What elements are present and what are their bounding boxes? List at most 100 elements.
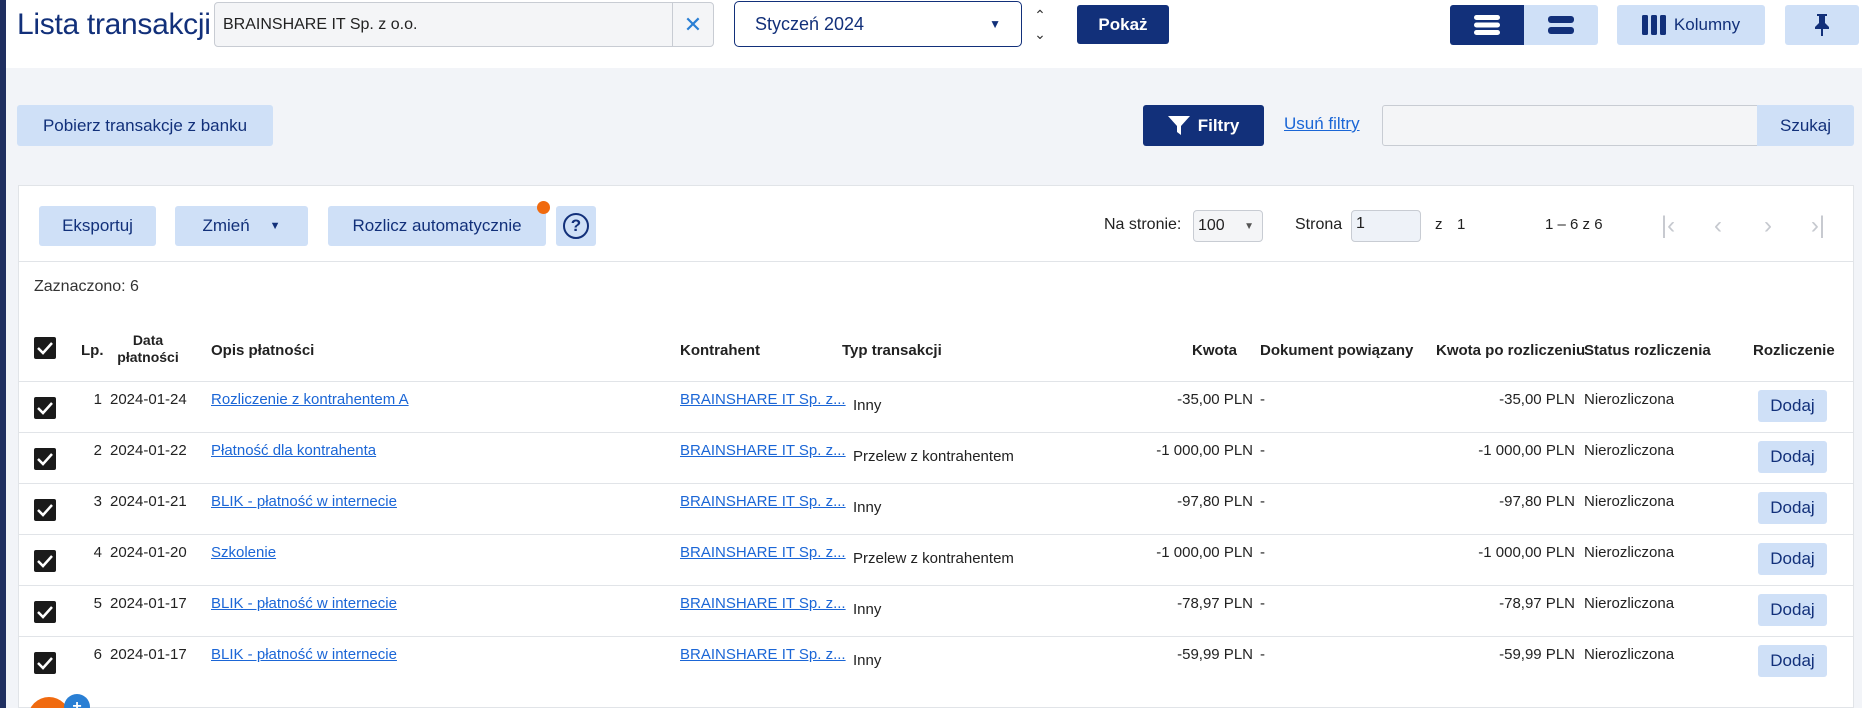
filters-button[interactable]: Filtry <box>1143 105 1264 146</box>
row-amount: -35,00 PLN <box>1177 391 1253 408</box>
row-status: Nierozliczona <box>1584 493 1675 510</box>
row-contractor-link[interactable]: BRAINSHARE IT Sp. z... <box>680 544 846 561</box>
column-header-amount-after: Kwota po rozliczeniu <box>1436 342 1586 359</box>
company-field-value: BRAINSHARE IT Sp. z o.o. <box>223 15 418 33</box>
row-description-link[interactable]: BLIK - płatność w internecie <box>211 646 397 663</box>
chevron-down-icon: ▼ <box>989 17 1001 31</box>
row-description-link[interactable]: Płatność dla kontrahenta <box>211 442 376 459</box>
row-contractor-link[interactable]: BRAINSHARE IT Sp. z... <box>680 493 846 510</box>
row-checkbox[interactable] <box>34 499 56 521</box>
month-stepper[interactable]: ⌃ ⌄ <box>1030 6 1050 46</box>
checkbox-checked-icon <box>37 606 53 619</box>
row-document: - <box>1260 493 1265 510</box>
company-field[interactable]: BRAINSHARE IT Sp. z o.o. ✕ <box>214 2 714 47</box>
column-header-lp: Lp. <box>81 342 104 359</box>
auto-settle-button[interactable]: Rozlicz automatycznie <box>328 206 546 246</box>
row-amount-after: -35,00 PLN <box>1499 391 1575 408</box>
view-toggle[interactable] <box>1450 5 1598 45</box>
clear-filters-link[interactable]: Usuń filtry <box>1284 114 1360 134</box>
row-description-link[interactable]: Rozliczenie z kontrahentem A <box>211 391 409 408</box>
row-amount-after: -1 000,00 PLN <box>1478 544 1575 561</box>
column-header-settlement: Rozliczenie <box>1753 342 1835 359</box>
add-settlement-button[interactable]: Dodaj <box>1758 441 1827 473</box>
row-lp: 3 <box>93 493 102 510</box>
row-checkbox[interactable] <box>34 397 56 419</box>
row-lp: 5 <box>93 595 102 612</box>
pin-icon <box>1815 14 1829 36</box>
checkbox-checked-icon <box>37 402 53 415</box>
add-settlement-button[interactable]: Dodaj <box>1758 492 1827 524</box>
pin-button[interactable] <box>1785 5 1859 45</box>
row-contractor-link[interactable]: BRAINSHARE IT Sp. z... <box>680 442 846 459</box>
column-header-document: Dokument powiązany <box>1260 342 1414 359</box>
checkbox-checked-icon <box>37 453 53 466</box>
row-amount-after: -97,80 PLN <box>1499 493 1575 510</box>
fetch-bank-transactions-button[interactable]: Pobierz transakcje z banku <box>17 105 273 146</box>
row-checkbox[interactable] <box>34 448 56 470</box>
total-pages: 1 <box>1457 216 1466 233</box>
chevron-down-icon: ▼ <box>1244 220 1254 232</box>
selected-count: Zaznaczono: 6 <box>34 278 139 295</box>
row-amount: -1 000,00 PLN <box>1156 544 1253 561</box>
row-status: Nierozliczona <box>1584 595 1675 612</box>
search-button[interactable]: Szukaj <box>1757 105 1854 146</box>
columns-button[interactable]: Kolumny <box>1617 5 1765 45</box>
last-page-icon[interactable]: ›| <box>1803 210 1833 242</box>
change-dropdown-button[interactable]: Zmień ▼ <box>175 206 308 246</box>
row-date: 2024-01-20 <box>110 544 187 561</box>
of-label: z <box>1435 216 1443 233</box>
row-amount: -1 000,00 PLN <box>1156 442 1253 459</box>
add-settlement-button[interactable]: Dodaj <box>1758 543 1827 575</box>
change-button-label: Zmień <box>202 216 250 235</box>
page-input[interactable]: 1 <box>1351 210 1421 242</box>
add-settlement-button[interactable]: Dodaj <box>1758 390 1827 422</box>
column-header-amount: Kwota <box>1192 342 1237 359</box>
column-header-description: Opis płatności <box>211 342 315 359</box>
row-document: - <box>1260 544 1265 561</box>
help-button[interactable]: ? <box>556 206 596 246</box>
select-all-checkbox[interactable] <box>34 337 56 359</box>
row-contractor-link[interactable]: BRAINSHARE IT Sp. z... <box>680 595 846 612</box>
row-checkbox[interactable] <box>34 601 56 623</box>
search-input[interactable] <box>1382 105 1758 146</box>
compact-view-button[interactable] <box>1524 5 1598 45</box>
row-date: 2024-01-17 <box>110 595 187 612</box>
show-button[interactable]: Pokaż <box>1077 5 1169 44</box>
next-page-icon[interactable]: › <box>1753 210 1783 242</box>
per-page-label: Na stronie: <box>1104 216 1182 233</box>
columns-icon <box>1641 15 1666 35</box>
notification-dot <box>537 201 550 214</box>
column-header-date: Data płatności <box>110 332 186 366</box>
arrow-up-icon[interactable]: ⌃ <box>1030 6 1050 25</box>
compact-view-icon <box>1548 16 1574 34</box>
checkbox-checked-icon <box>37 555 53 568</box>
arrow-down-icon[interactable]: ⌄ <box>1030 25 1050 44</box>
prev-page-icon[interactable]: ‹ <box>1703 210 1733 242</box>
row-contractor-link[interactable]: BRAINSHARE IT Sp. z... <box>680 391 846 408</box>
row-lp: 4 <box>93 544 102 561</box>
row-description-link[interactable]: BLIK - płatność w internecie <box>211 493 397 510</box>
first-page-icon[interactable]: |‹ <box>1653 210 1683 242</box>
row-date: 2024-01-21 <box>110 493 187 510</box>
range-label: 1 – 6 z 6 <box>1545 216 1603 233</box>
list-view-icon <box>1474 15 1500 35</box>
filter-icon <box>1167 115 1190 135</box>
row-description-link[interactable]: BLIK - płatność w internecie <box>211 595 397 612</box>
row-checkbox[interactable] <box>34 652 56 674</box>
row-type: Przelew z kontrahentem <box>853 448 1014 465</box>
row-contractor-link[interactable]: BRAINSHARE IT Sp. z... <box>680 646 846 663</box>
per-page-value: 100 <box>1198 217 1225 234</box>
row-lp: 2 <box>93 442 102 459</box>
row-checkbox[interactable] <box>34 550 56 572</box>
row-description-link[interactable]: Szkolenie <box>211 544 276 561</box>
month-select[interactable]: Styczeń 2024 ▼ <box>734 1 1022 47</box>
export-button[interactable]: Eksportuj <box>39 206 156 246</box>
close-icon[interactable]: ✕ <box>672 3 713 46</box>
row-amount: -78,97 PLN <box>1177 595 1253 612</box>
add-settlement-button[interactable]: Dodaj <box>1758 645 1827 677</box>
list-view-button[interactable] <box>1450 5 1524 45</box>
row-document: - <box>1260 442 1265 459</box>
per-page-select[interactable]: 100 ▼ <box>1193 210 1263 242</box>
add-settlement-button[interactable]: Dodaj <box>1758 594 1827 626</box>
row-date: 2024-01-22 <box>110 442 187 459</box>
